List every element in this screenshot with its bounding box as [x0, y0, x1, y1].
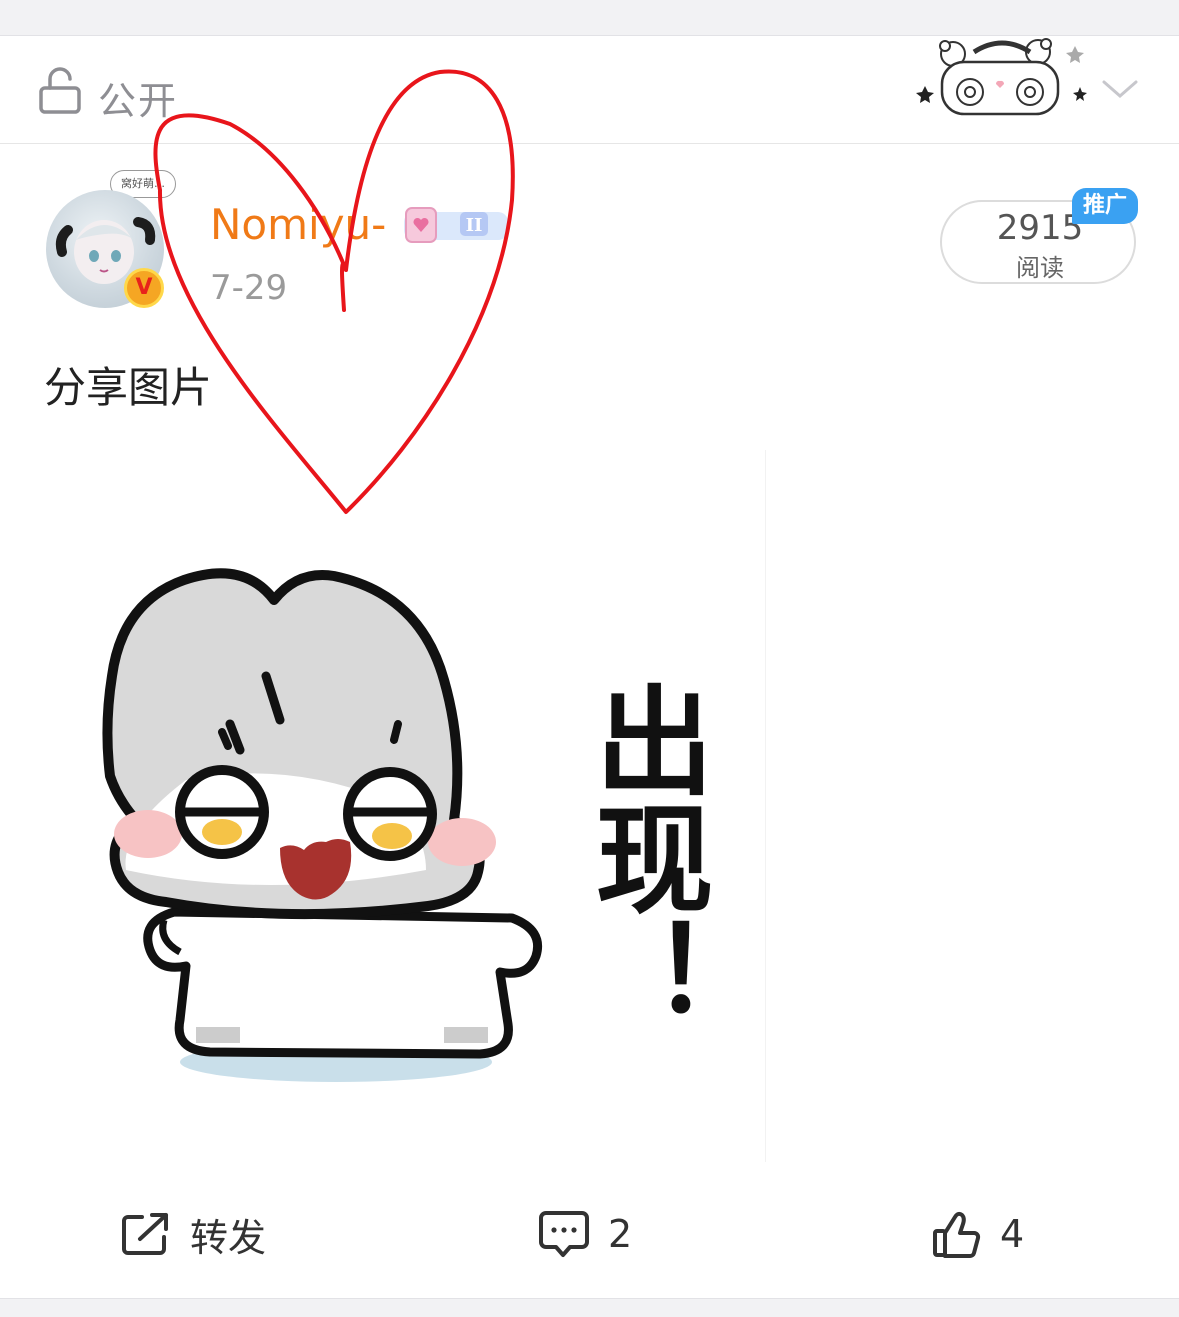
post-date: 7-29	[210, 268, 288, 308]
visibility-label[interactable]: 公开	[98, 70, 178, 125]
comment-button[interactable]: 2	[538, 1204, 632, 1264]
like-button[interactable]: 4	[930, 1204, 1024, 1264]
top-separator	[0, 0, 1179, 36]
post-image[interactable]: 出现！	[44, 450, 766, 1162]
promote-badge[interactable]: 推广	[1072, 188, 1138, 224]
verified-badge: V	[124, 268, 164, 308]
radio-sticker-decoration	[916, 38, 1087, 116]
thumbs-up-icon	[933, 1211, 981, 1258]
unlock-icon	[39, 67, 81, 114]
post-text: 分享图片	[44, 363, 213, 412]
repost-label: 转发	[190, 1215, 267, 1260]
chevron-down-icon[interactable]	[1098, 74, 1142, 104]
hamster-sticker-illustration: 出现！	[102, 568, 713, 1082]
comment-icon	[539, 1211, 589, 1257]
like-count: 4	[1000, 1212, 1025, 1256]
bottom-separator	[0, 1298, 1179, 1317]
image-caption: 出现！	[575, 680, 713, 1034]
read-label: 阅读	[1016, 254, 1064, 282]
svg-text:II: II	[466, 215, 483, 236]
comment-count: 2	[608, 1212, 633, 1256]
author-name[interactable]: Nomiyu-	[210, 200, 386, 249]
repost-button[interactable]: 转发	[120, 1204, 266, 1264]
member-badge-icon[interactable]: II	[400, 200, 510, 248]
share-icon	[122, 1213, 168, 1255]
